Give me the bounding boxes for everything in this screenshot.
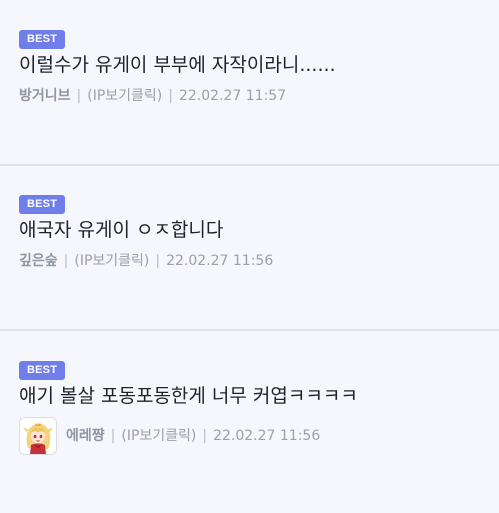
post-author[interactable]: 깊은숲 <box>19 251 58 271</box>
best-post-list: BEST 이럴수가 유게이 부부에 자작이라니...... 방거니브 | (IP… <box>0 0 499 513</box>
post-datetime: 22.02.27 11:57 <box>178 88 287 104</box>
post-author[interactable]: 에레쨩 <box>66 426 105 446</box>
anime-girl-avatar-icon[interactable] <box>19 417 57 455</box>
list-item[interactable]: BEST 애기 볼살 포동포동한게 너무 커엽ㅋㅋㅋㅋ 에레쨩 | (IP보기클… <box>0 358 499 455</box>
post-title[interactable]: 애국자 유게이 ㅇㅈ합니다 <box>19 217 499 243</box>
post-datetime: 22.02.27 11:56 <box>213 428 321 444</box>
list-item[interactable]: BEST 이럴수가 유게이 부부에 자작이라니...... 방거니브 | (IP… <box>0 27 499 106</box>
post-meta: 에레쨩 | (IP보기클릭) | 22.02.27 11:56 <box>19 417 499 455</box>
divider <box>0 164 499 166</box>
ip-view-link[interactable]: (IP보기클릭) <box>87 86 162 106</box>
post-meta: 방거니브 | (IP보기클릭) | 22.02.27 11:57 <box>19 86 499 106</box>
post-title[interactable]: 애기 볼살 포동포동한게 너무 커엽ㅋㅋㅋㅋ <box>19 383 499 409</box>
best-badge: BEST <box>19 195 66 214</box>
meta-separator: | <box>76 88 82 104</box>
post-title[interactable]: 이럴수가 유게이 부부에 자작이라니...... <box>19 52 499 78</box>
ip-view-link[interactable]: (IP보기클릭) <box>74 251 149 271</box>
meta-separator: | <box>110 428 116 444</box>
best-badge: BEST <box>19 361 66 380</box>
best-badge: BEST <box>19 30 66 49</box>
post-datetime: 22.02.27 11:56 <box>166 253 274 269</box>
meta-separator: | <box>63 253 69 269</box>
divider <box>0 329 499 331</box>
ip-view-link[interactable]: (IP보기클릭) <box>121 426 196 446</box>
post-author[interactable]: 방거니브 <box>19 86 71 106</box>
meta-separator: | <box>155 253 161 269</box>
post-meta: 깊은숲 | (IP보기클릭) | 22.02.27 11:56 <box>19 251 499 271</box>
meta-separator: | <box>202 428 208 444</box>
meta-separator: | <box>168 88 173 104</box>
list-item[interactable]: BEST 애국자 유게이 ㅇㅈ합니다 깊은숲 | (IP보기클릭) | 22.0… <box>0 192 499 271</box>
